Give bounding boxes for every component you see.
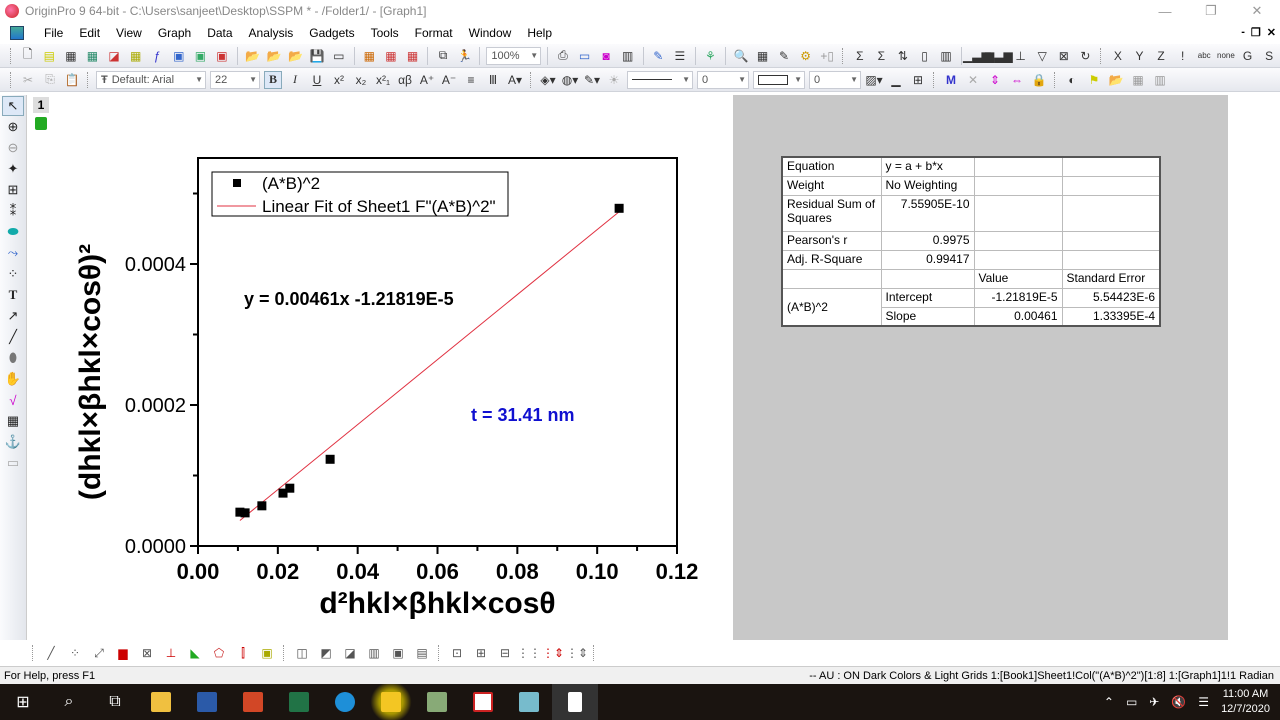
multi-panel-icon[interactable]: ⊠ <box>137 643 157 663</box>
task-view-icon[interactable]: ⧉ <box>92 684 138 720</box>
row-value: y = a + b*x <box>880 156 975 177</box>
contour-icon[interactable]: ▣ <box>388 643 408 663</box>
row-label: Equation <box>781 156 882 177</box>
y-tick-label: 0.0004 <box>125 254 186 276</box>
row-value: 7.55905E-10 <box>880 194 975 232</box>
search-icon[interactable]: ⌕ <box>46 684 92 720</box>
row-value: No Weighting <box>880 175 975 196</box>
column-plot-icon[interactable]: ▆ <box>113 643 133 663</box>
clock-date: 12/7/2020 <box>1221 703 1270 715</box>
clock[interactable]: 11:00 AM 12/7/2020 <box>1221 687 1270 717</box>
param-name: Intercept <box>880 287 975 308</box>
data-point <box>257 501 267 511</box>
table-row: (A*B)^2 Intercept -1.21819E-5 5.54423E-6 <box>781 287 1161 327</box>
clock-time: 11:00 AM <box>1222 688 1269 700</box>
data-point <box>614 203 624 213</box>
show-hidden-icon[interactable]: ⌃ <box>1104 695 1114 709</box>
stock-plot-icon[interactable]: ⫿ <box>233 643 253 663</box>
system-tray: ⌃ ▭ ✈ 🔇 ☰ 11:00 AM 12/7/2020 <box>1104 684 1270 720</box>
row-value: 0.99417 <box>880 249 975 270</box>
line-plot-icon[interactable]: ╱ <box>41 643 61 663</box>
fit-results-table[interactable]: Equation y = a + b*x Weight No Weighting… <box>781 156 1161 327</box>
table-row: Equation y = a + b*x <box>781 156 1161 177</box>
notifications-icon[interactable]: ☰ <box>1198 695 1209 709</box>
image-plot-icon[interactable]: ▤ <box>412 643 432 663</box>
polar-plot-icon[interactable]: ⬠ <box>209 643 229 663</box>
thickness-annotation: t = 31.41 nm <box>471 405 575 425</box>
word-icon[interactable] <box>184 684 230 720</box>
3d-surface-icon[interactable]: ◩ <box>316 643 336 663</box>
data-point <box>240 508 250 518</box>
battery-icon[interactable]: ▭ <box>1126 695 1137 709</box>
line-symbol-plot-icon[interactable]: ⤢ <box>89 643 109 663</box>
help-text: For Help, press F1 <box>4 669 96 682</box>
windows-taskbar: ⊞ ⌕ ⧉ ⌃ ▭ ✈ 🔇 ☰ 11:00 AM 12/7/2020 <box>0 684 1280 720</box>
header-standard-error: Standard Error <box>1061 268 1161 289</box>
area-plot-icon[interactable]: ◣ <box>185 643 205 663</box>
param-value: 0.00461 <box>973 306 1063 327</box>
legend-entry-fit: Linear Fit of Sheet1 F"(A*B)^2" <box>262 197 496 216</box>
error-bar-icon[interactable]: ⊥ <box>161 643 181 663</box>
table-row: Pearson's r 0.9975 <box>781 230 1161 251</box>
chart-svg[interactable]: 0.00 0.02 0.04 0.06 0.08 0.10 0.12 0.0000 0.0002… <box>0 0 1280 720</box>
y-tick-label: 0.0002 <box>125 395 186 417</box>
x-axis-label: d²hkl×βhkl×cosθ <box>319 587 555 620</box>
status-info: -- AU : ON Dark Colors & Light Grids 1:[… <box>809 669 1274 682</box>
legend-entry-scatter: (A*B)^2 <box>262 174 320 193</box>
graph-2d-toolbar: ╱ ⁘ ⤢ ▆ ⊠ ⊥ ◣ ⬠ ⫿ ▣ ◫ ◩ ◪ ▥ ▣ ▤ ⊡ ⊞ ⊟ ⋮⋮… <box>0 640 1280 666</box>
merge-graph-icon[interactable]: ⊡ <box>447 643 467 663</box>
x-tick-label: 0.08 <box>496 559 539 584</box>
powerpoint-icon[interactable] <box>230 684 276 720</box>
app-icon[interactable] <box>506 684 552 720</box>
row-value: 0.9975 <box>880 230 975 251</box>
x-tick-label: 0.12 <box>656 559 699 584</box>
x-tick-label: 0.00 <box>177 559 220 584</box>
row-label: Weight <box>781 175 882 196</box>
airplane-icon[interactable]: ✈ <box>1149 695 1159 709</box>
equation-label: y = 0.00461x -1.21819E-5 <box>244 289 454 309</box>
y-axis-label: (dhkl×βhkl×cosθ)² <box>74 244 107 500</box>
add-layer-icon[interactable]: ⊞ <box>471 643 491 663</box>
edge-icon[interactable] <box>322 684 368 720</box>
table-row: Residual Sum of Squares 7.55905E-10 <box>781 194 1161 232</box>
x-tick-label: 0.04 <box>336 559 380 584</box>
data-point <box>285 483 295 493</box>
row-label: Adj. R-Square <box>781 249 882 270</box>
table-row: Weight No Weighting <box>781 175 1161 196</box>
3d-plot-icon[interactable]: ◫ <box>292 643 312 663</box>
template-icon[interactable]: ▣ <box>257 643 277 663</box>
add-axis-icon[interactable]: ⋮⇕ <box>542 643 564 663</box>
header-value: Value <box>973 268 1063 289</box>
3d-bar-icon[interactable]: ▥ <box>364 643 384 663</box>
pps-toolbar-icon[interactable] <box>414 684 460 720</box>
arrange-layer-icon[interactable]: ⋮⋮ <box>517 643 541 663</box>
excel-icon[interactable] <box>276 684 322 720</box>
param-name: Slope <box>880 306 975 327</box>
scatter-plot-icon[interactable]: ⁘ <box>65 643 85 663</box>
data-point <box>325 454 335 464</box>
blank-doc-icon[interactable] <box>552 684 598 720</box>
start-icon[interactable]: ⊞ <box>0 684 46 720</box>
y-tick-label: 0.0000 <box>125 536 186 558</box>
status-bar: For Help, press F1 -- AU : ON Dark Color… <box>0 666 1280 684</box>
folder-icon[interactable] <box>368 684 414 720</box>
file-explorer-icon[interactable] <box>138 684 184 720</box>
3d-wire-icon[interactable]: ◪ <box>340 643 360 663</box>
swap-axis-icon[interactable]: ⋮⇕ <box>566 643 588 663</box>
origin-taskbar-icon[interactable] <box>460 684 506 720</box>
table-header-row: Value Standard Error <box>781 268 1161 289</box>
param-value: -1.21819E-5 <box>973 287 1063 308</box>
row-label: Residual Sum of Squares <box>781 194 882 232</box>
x-tick-label: 0.02 <box>256 559 299 584</box>
volume-muted-icon[interactable]: 🔇 <box>1171 695 1186 709</box>
row-label: Pearson's r <box>781 230 882 251</box>
table-row: Adj. R-Square 0.99417 <box>781 249 1161 270</box>
extract-layer-icon[interactable]: ⊟ <box>495 643 515 663</box>
x-tick-label: 0.10 <box>576 559 619 584</box>
group-label: (A*B)^2 <box>781 287 882 327</box>
legend-marker-square <box>233 179 241 187</box>
param-error: 5.54423E-6 <box>1061 287 1161 308</box>
param-error: 1.33395E-4 <box>1061 306 1161 327</box>
x-tick-label: 0.06 <box>416 559 459 584</box>
